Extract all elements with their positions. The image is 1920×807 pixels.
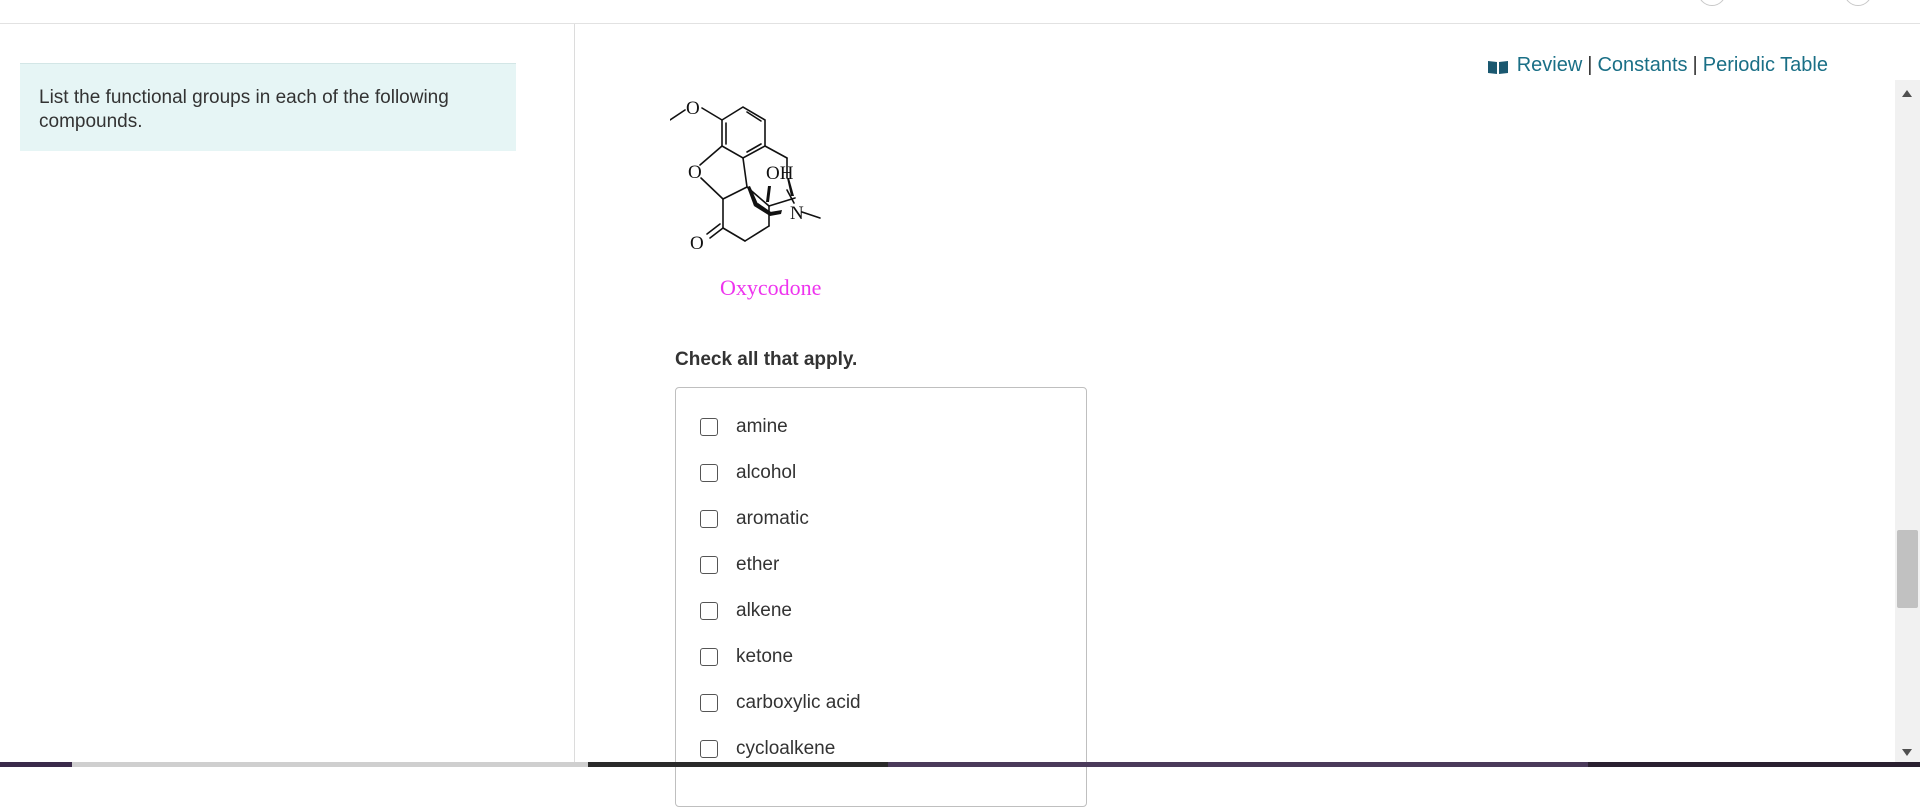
choice-cycloalkene[interactable]: cycloalkene	[700, 734, 835, 764]
checkbox[interactable]	[700, 694, 718, 712]
resource-links: Review | Constants | Periodic Table	[1487, 54, 1828, 77]
bottom-progress-bar	[0, 762, 1920, 767]
choice-label: alkene	[736, 600, 792, 621]
link-separator: |	[1587, 54, 1593, 76]
atom-label: O	[688, 162, 702, 183]
scroll-down-arrow-icon[interactable]	[1902, 749, 1912, 756]
choice-ether[interactable]: ether	[700, 550, 779, 580]
periodic-table-link[interactable]: Periodic Table	[1703, 54, 1828, 77]
choice-label: cycloalkene	[736, 738, 836, 759]
choice-ketone[interactable]: ketone	[700, 642, 793, 672]
checkbox[interactable]	[700, 648, 718, 666]
atom-label: N	[790, 203, 804, 224]
instructions-box: List the functional groups in each of th…	[20, 63, 516, 151]
question-pane: Review | Constants | Periodic Table O O …	[575, 24, 1895, 807]
checkbox[interactable]	[700, 602, 718, 620]
atom-label: O	[686, 98, 700, 119]
structure-drawing: O O OH N O	[670, 98, 821, 254]
compound-name: Oxycodone	[720, 275, 822, 300]
review-link[interactable]: Review	[1517, 54, 1583, 77]
vertical-scrollbar[interactable]	[1895, 80, 1920, 764]
top-circle-button[interactable]	[1844, 0, 1872, 6]
choice-aromatic[interactable]: aromatic	[700, 504, 809, 534]
book-icon	[1487, 58, 1509, 74]
choice-alcohol[interactable]: alcohol	[700, 458, 796, 488]
link-separator: |	[1692, 54, 1698, 76]
scroll-thumb[interactable]	[1897, 530, 1918, 608]
choice-label: carboxylic acid	[736, 692, 861, 713]
scroll-up-arrow-icon[interactable]	[1902, 90, 1912, 97]
atom-label: O	[690, 233, 704, 254]
constants-link[interactable]: Constants	[1597, 54, 1687, 77]
checkbox[interactable]	[700, 510, 718, 528]
checkbox[interactable]	[700, 464, 718, 482]
left-pane: List the functional groups in each of th…	[0, 24, 575, 764]
choice-alkene[interactable]: alkene	[700, 596, 792, 626]
top-circle-button[interactable]	[1698, 0, 1726, 6]
choice-carboxylic-acid[interactable]: carboxylic acid	[700, 688, 861, 718]
choice-label: ether	[736, 554, 780, 575]
choice-label: ketone	[736, 646, 794, 667]
checkbox[interactable]	[700, 740, 718, 758]
choice-label: amine	[736, 416, 788, 437]
oxycodone-structure: O O OH N O Oxycodone	[670, 78, 930, 330]
instructions-text: List the functional groups in each of th…	[39, 87, 449, 132]
choice-label: aromatic	[736, 508, 809, 529]
choice-amine[interactable]: amine	[700, 412, 788, 442]
question-prompt: Check all that apply.	[675, 349, 858, 370]
top-bar	[0, 0, 1920, 24]
choice-label: alcohol	[736, 462, 797, 483]
checkbox[interactable]	[700, 556, 718, 574]
atom-label: OH	[766, 163, 794, 184]
answer-choices: amine alcohol aromatic ether alkene keto…	[675, 387, 1087, 807]
checkbox[interactable]	[700, 418, 718, 436]
